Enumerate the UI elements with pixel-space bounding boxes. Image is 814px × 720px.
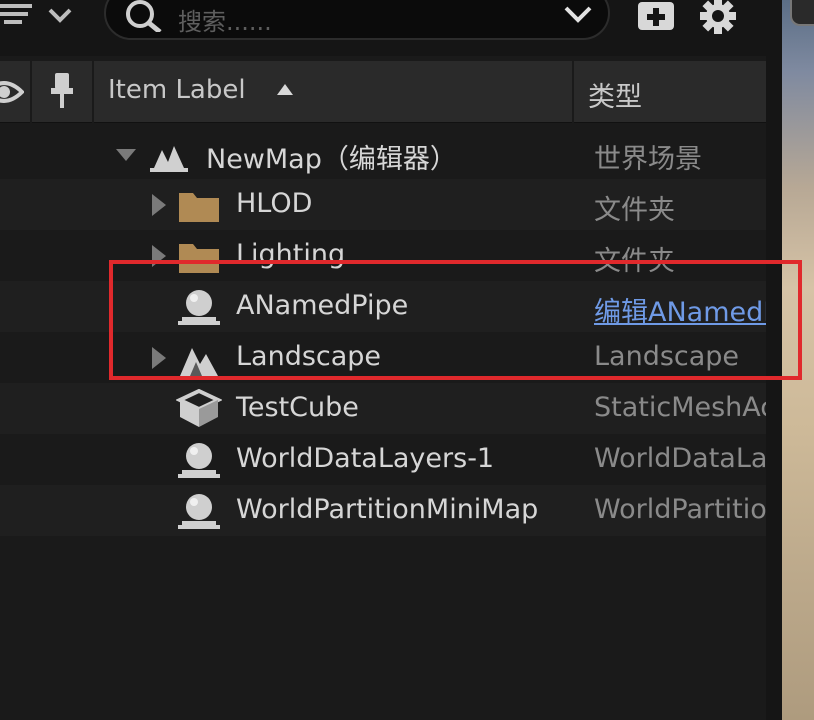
tree-row-label: HLOD [236, 188, 313, 219]
gear-icon [700, 0, 736, 34]
actor-icon [178, 494, 220, 529]
expanded-arrow-icon[interactable] [116, 143, 136, 165]
add-button[interactable] [636, 0, 678, 34]
outliner-toolbar: 搜索...... [0, 0, 766, 56]
tree-row-label: NewMap（编辑器） [206, 144, 457, 175]
actor-icon [178, 290, 220, 325]
pin-icon [51, 73, 73, 108]
tree-row-label: WorldPartitionMiniMap [236, 494, 539, 525]
tree-row-label: WorldDataLayers-1 [236, 443, 495, 474]
folder-icon [179, 244, 219, 273]
folder-icon [179, 193, 219, 222]
column-header: Item Label 类型 [0, 61, 766, 123]
type-header-text: 类型 [588, 82, 642, 113]
tree-row-hlod[interactable]: HLOD 文件夹 [0, 179, 766, 230]
filter-icon [0, 4, 72, 24]
tree-row-worlddatalayers[interactable]: WorldDataLayers-1 WorldDataLayers [0, 434, 766, 485]
viewport-preview [766, 0, 814, 720]
tree-row-label: Lighting [236, 239, 346, 270]
item-label-header-text: Item Label [108, 75, 246, 105]
edit-class-link[interactable]: 编辑ANamedPipe [594, 290, 766, 329]
tree-row-label: ANamedPipe [236, 290, 409, 321]
item-label-column-header[interactable]: Item Label [96, 61, 574, 123]
tree-row-landscape[interactable]: Landscape Landscape [0, 332, 766, 383]
panel-scrollbar[interactable] [766, 0, 782, 720]
collapsed-arrow-icon[interactable] [148, 347, 168, 369]
landscape-icon [180, 348, 218, 376]
tree-row-type: StaticMeshActor [594, 392, 766, 423]
tree-row-label: Landscape [236, 341, 382, 372]
tree-row-type: 世界场景 [594, 144, 702, 175]
static-mesh-icon [176, 389, 222, 427]
outliner-panel: 搜索...... Item Label 类型 NewMap（编辑器） 世界场景 … [0, 0, 766, 720]
tree-row-label: TestCube [236, 392, 359, 423]
collapsed-arrow-icon[interactable] [148, 194, 168, 216]
search-box[interactable]: 搜索...... [104, 0, 610, 40]
add-actor-icon [638, 2, 674, 30]
settings-button[interactable] [696, 0, 742, 38]
filter-button[interactable] [0, 0, 82, 36]
collapsed-arrow-icon[interactable] [148, 245, 168, 267]
search-icon [126, 0, 162, 32]
pin-column-header[interactable] [34, 61, 94, 123]
actor-icon [178, 443, 220, 478]
tree-row-testcube[interactable]: TestCube StaticMeshActor [0, 383, 766, 434]
sort-ascending-icon [277, 84, 293, 95]
world-icon [150, 146, 188, 172]
chevron-down-icon[interactable] [562, 0, 594, 30]
search-input[interactable]: 搜索...... [178, 2, 272, 37]
visibility-column-header[interactable] [0, 61, 32, 123]
type-column-header[interactable]: 类型 [576, 61, 766, 123]
eye-icon [0, 81, 24, 103]
tree-row-type: Landscape [594, 341, 740, 372]
tree-row-type: 文件夹 [594, 195, 675, 226]
viewport-button[interactable] [790, 0, 814, 26]
tree-row-type: WorldPartitionMiniMap [594, 494, 766, 525]
tree-row-type: 文件夹 [594, 246, 675, 277]
tree-row-newmap[interactable]: NewMap（编辑器） 世界场景 [0, 128, 766, 179]
tree-row-worldpartitionminimap[interactable]: WorldPartitionMiniMap WorldPartitionMini… [0, 485, 766, 536]
tree-row-type: WorldDataLayers [594, 443, 766, 474]
tree-row-anamedpipe[interactable]: ANamedPipe 编辑ANamedPipe [0, 281, 766, 332]
tree-row-lighting[interactable]: Lighting 文件夹 [0, 230, 766, 281]
